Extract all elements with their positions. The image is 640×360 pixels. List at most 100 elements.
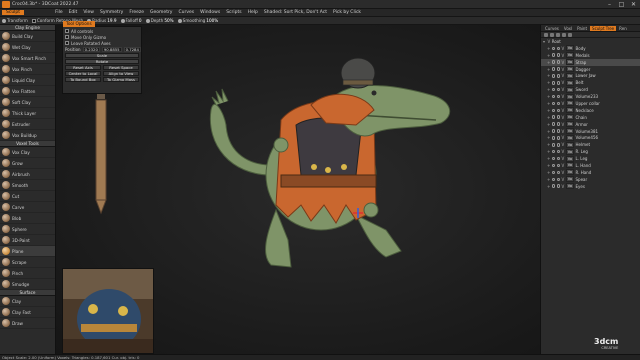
tree-item[interactable]: + V Vo Sword — [541, 86, 640, 93]
position-y-field[interactable]: 90.8855 — [101, 46, 122, 52]
lock-icon[interactable] — [556, 156, 560, 161]
lock-icon[interactable] — [556, 177, 560, 181]
expand-icon[interactable]: + — [547, 101, 550, 106]
tool-smudge[interactable]: Smudge — [0, 279, 55, 290]
lock-icon[interactable] — [556, 122, 560, 126]
menu-help[interactable]: Help — [245, 10, 261, 15]
visibility-icon[interactable] — [551, 46, 555, 51]
visibility-icon[interactable] — [551, 149, 555, 154]
depth-field[interactable]: Depth 50% — [144, 18, 176, 23]
menu-windows[interactable]: Windows — [197, 10, 223, 15]
tool-vox-smart-pinch[interactable]: Vox Smart Pinch — [0, 53, 55, 64]
lock-icon[interactable] — [556, 74, 560, 78]
lock-icon[interactable] — [556, 94, 560, 99]
visibility-icon[interactable] — [551, 170, 555, 175]
scale-slider[interactable]: Scale — [65, 52, 139, 58]
close-button[interactable]: ✕ — [629, 1, 638, 8]
tree-item[interactable]: + V Vo Volume456 — [541, 134, 640, 141]
transform-button[interactable]: Transform — [0, 18, 30, 23]
tool-clay[interactable]: Clay — [0, 296, 55, 307]
tool-liquid-clay[interactable]: Liquid Clay — [0, 75, 55, 86]
expand-icon[interactable]: + — [547, 73, 550, 78]
visibility-icon[interactable] — [551, 184, 555, 188]
expand-icon[interactable]: + — [547, 184, 550, 189]
visibility-icon[interactable] — [551, 143, 555, 147]
lock-icon[interactable] — [556, 67, 560, 71]
visibility-icon[interactable] — [551, 122, 555, 126]
tool-carve[interactable]: Carve — [0, 202, 55, 213]
tool-smooth[interactable]: Smooth — [0, 180, 55, 191]
visibility-icon[interactable] — [551, 156, 555, 161]
tree-item[interactable]: + V Vo Body — [541, 45, 640, 52]
visibility-icon[interactable] — [551, 53, 555, 57]
falloff-field[interactable]: Falloff 0 — [119, 18, 144, 23]
expand-icon[interactable]: + — [547, 142, 550, 147]
visibility-icon[interactable] — [551, 60, 555, 64]
tree-item[interactable]: + V Vo Necklace — [541, 107, 640, 114]
expand-icon[interactable]: + — [547, 163, 550, 168]
expand-icon[interactable]: + — [547, 46, 550, 51]
tree-item[interactable]: + V Vo Upper collar — [541, 100, 640, 107]
lock-icon[interactable] — [556, 53, 560, 57]
tool-wet-clay[interactable]: Wet Clay — [0, 42, 55, 53]
tool-vox-clay[interactable]: Vox Clay — [0, 147, 55, 158]
visibility-icon[interactable] — [551, 177, 555, 181]
lock-icon[interactable] — [556, 115, 560, 119]
tree-item[interactable]: + V Vo Belt — [541, 79, 640, 86]
add-layer-icon[interactable] — [544, 32, 548, 37]
tree-item[interactable]: + V Vo Chain — [541, 114, 640, 121]
lock-icon[interactable] — [556, 108, 560, 113]
tool-scrape[interactable]: Scrape — [0, 257, 55, 268]
lock-icon[interactable] — [556, 101, 560, 106]
tree-root[interactable]: ▾ V Root — [541, 38, 640, 45]
visibility-icon[interactable] — [551, 129, 555, 133]
tree-item[interactable]: + V Vo R. Hand — [541, 169, 640, 176]
tab-sculpt-tree[interactable]: Sculpt Tree — [590, 25, 617, 31]
menu-file[interactable]: File — [52, 10, 66, 15]
expand-icon[interactable]: + — [547, 87, 550, 92]
visibility-icon[interactable] — [551, 94, 555, 99]
tool-clay-fast[interactable]: Clay Fast — [0, 307, 55, 318]
visibility-icon[interactable] — [551, 136, 555, 140]
visibility-icon[interactable] — [551, 101, 555, 106]
visibility-icon[interactable] — [551, 115, 555, 119]
lock-icon[interactable] — [556, 60, 560, 64]
expand-icon[interactable]: + — [547, 149, 550, 154]
tree-item[interactable]: + V Vo Volume233 — [541, 93, 640, 100]
expand-icon[interactable]: + — [547, 53, 550, 58]
lock-icon[interactable] — [556, 143, 560, 147]
align-to-view-button[interactable]: Align to View — [103, 70, 139, 76]
pick-by-click-toggle[interactable]: Pick by Click — [330, 10, 364, 15]
tree-item[interactable]: + V Vo Strap — [541, 58, 640, 66]
lock-icon[interactable] — [556, 136, 560, 140]
settings-icon[interactable] — [568, 32, 572, 37]
rotate-slider[interactable]: Rotate — [65, 58, 139, 64]
expand-icon[interactable]: + — [547, 115, 550, 120]
reset-space-button[interactable]: Reset Space — [103, 64, 139, 70]
tool-soft-clay[interactable]: Soft Clay — [0, 97, 55, 108]
tool-draw[interactable]: Draw — [0, 318, 55, 329]
lock-icon[interactable] — [556, 163, 560, 168]
expand-icon[interactable]: + — [547, 122, 550, 127]
tree-item[interactable]: + V Vo L. Leg — [541, 155, 640, 162]
lock-icon[interactable] — [556, 149, 560, 154]
menu-sculpt[interactable]: Sculpt — [2, 10, 25, 15]
menu-symmetry[interactable]: Symmetry — [97, 10, 126, 15]
visibility-icon[interactable] — [551, 74, 555, 78]
tree-item[interactable]: + V Vo Spear — [541, 176, 640, 183]
tool-options-title[interactable]: Tool Options — [63, 21, 95, 27]
tool-pinch[interactable]: Pinch — [0, 268, 55, 279]
tab-render[interactable]: Ren — [617, 26, 629, 31]
tool-vox-pinch[interactable]: Vox Pinch — [0, 64, 55, 75]
lock-icon[interactable] — [556, 129, 560, 133]
maximize-button[interactable]: □ — [617, 1, 626, 8]
menu-freeze[interactable]: Freeze — [126, 10, 147, 15]
expand-icon[interactable]: + — [547, 80, 550, 85]
tab-paint[interactable]: Paint — [575, 26, 589, 31]
expand-icon[interactable]: + — [547, 177, 550, 182]
tree-item[interactable]: + V Vo Helmet — [541, 141, 640, 148]
menu-curves[interactable]: Curves — [175, 10, 197, 15]
tool-grow[interactable]: Grow — [0, 158, 55, 169]
tree-item[interactable]: + V Vo Lower Jaw — [541, 72, 640, 79]
expand-icon[interactable]: + — [547, 156, 550, 161]
